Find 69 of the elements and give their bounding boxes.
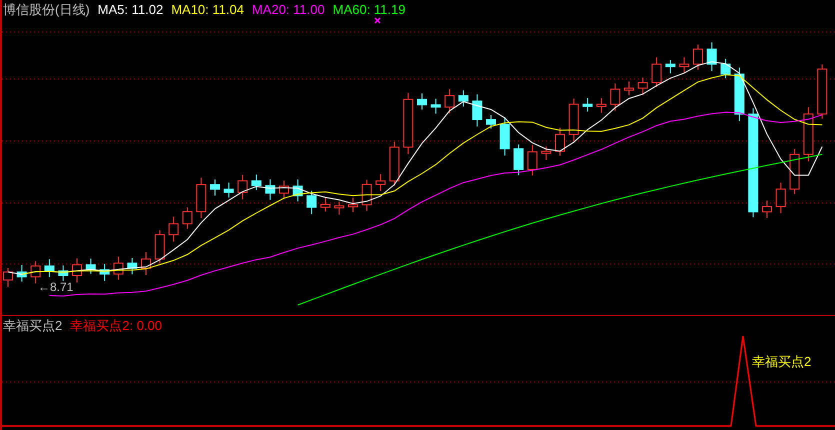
candlestick (113, 256, 124, 280)
indicator-legend: 幸福买点2: 0.00 (70, 318, 162, 334)
candlestick (86, 258, 96, 274)
candlestick (776, 182, 786, 214)
candlestick (168, 216, 179, 242)
candlestick (306, 190, 317, 215)
candlestick (3, 268, 13, 288)
candlestick (100, 263, 110, 282)
candlestick (541, 146, 552, 161)
candlestick (486, 114, 496, 129)
candlestick (30, 260, 41, 284)
candlestick (44, 258, 54, 278)
candlestick (665, 59, 676, 74)
candlestick (251, 174, 262, 191)
candlestick (444, 88, 455, 114)
candlestick (652, 56, 662, 88)
candlestick (514, 144, 524, 176)
candlestick (376, 174, 386, 192)
candlestick (16, 264, 27, 282)
candlestick (182, 206, 192, 230)
candlestick (334, 201, 344, 216)
indicator-title: 幸福买点2 (3, 318, 62, 334)
chart-title: 博信股份(日线) (3, 2, 90, 18)
ma-legend-label: MA5: 11.02 (98, 2, 164, 18)
candlestick (196, 177, 206, 219)
candlestick (568, 98, 579, 142)
candlestick (127, 257, 138, 275)
candlestick (141, 252, 151, 276)
candlestick (762, 200, 772, 218)
candlestick (238, 174, 248, 200)
candlestick (417, 92, 427, 110)
candlestick (458, 90, 468, 107)
candlestick (154, 230, 165, 264)
candlestick (693, 44, 703, 70)
candlestick (582, 98, 593, 112)
candlestick (610, 83, 620, 112)
candlestick (817, 64, 828, 120)
candlestick (210, 179, 220, 196)
candlestick (389, 141, 400, 186)
low-price-label: ←8.71 (38, 280, 74, 294)
candlestick (596, 98, 606, 114)
candlestick (72, 258, 82, 283)
candlestick (555, 127, 565, 156)
candlestick (348, 197, 358, 213)
candlestick (500, 116, 510, 156)
cross-marker-icon (374, 17, 381, 24)
candlestick (720, 58, 731, 79)
candlestick (320, 197, 330, 212)
candlestick (362, 179, 372, 212)
candlestick (430, 98, 441, 114)
candlestick (638, 77, 648, 96)
candlestick (624, 81, 634, 96)
candlestick (734, 67, 744, 122)
candlestick (224, 182, 234, 198)
candlestick (706, 42, 717, 72)
candlestick (265, 178, 276, 200)
candlestick (472, 94, 482, 127)
candlestick (403, 92, 414, 155)
candlestick (527, 144, 538, 176)
signal-label: 幸福买点2 (752, 354, 812, 370)
ma-legend-label: MA10: 11.04 (171, 2, 244, 18)
candlestick (803, 106, 814, 162)
ma-legend-label: MA20: 11.00 (252, 2, 325, 18)
candlestick (58, 264, 68, 282)
candlestick (679, 56, 690, 74)
ma-legend-label: MA60: 11.19 (332, 2, 406, 18)
candlestick (790, 148, 800, 194)
candlestick (292, 178, 303, 202)
candlestick (279, 180, 289, 200)
